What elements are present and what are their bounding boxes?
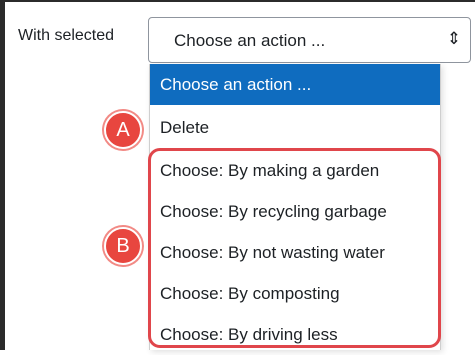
option-delete[interactable]: Delete <box>150 107 440 148</box>
choice-options-highlight <box>148 148 441 348</box>
annotation-badge-a: A <box>104 111 142 149</box>
with-selected-label: With selected <box>18 27 115 44</box>
select-arrows-icon: ⇕ <box>446 29 461 48</box>
frame-top-border <box>0 0 475 2</box>
action-select-value: Choose an action ... <box>174 31 326 50</box>
annotation-badge-b: B <box>104 227 142 265</box>
frame-left-border <box>0 0 5 350</box>
action-select[interactable]: Choose an action ... ⇕ <box>148 17 471 63</box>
option-choose-an-action[interactable]: Choose an action ... <box>150 64 440 105</box>
